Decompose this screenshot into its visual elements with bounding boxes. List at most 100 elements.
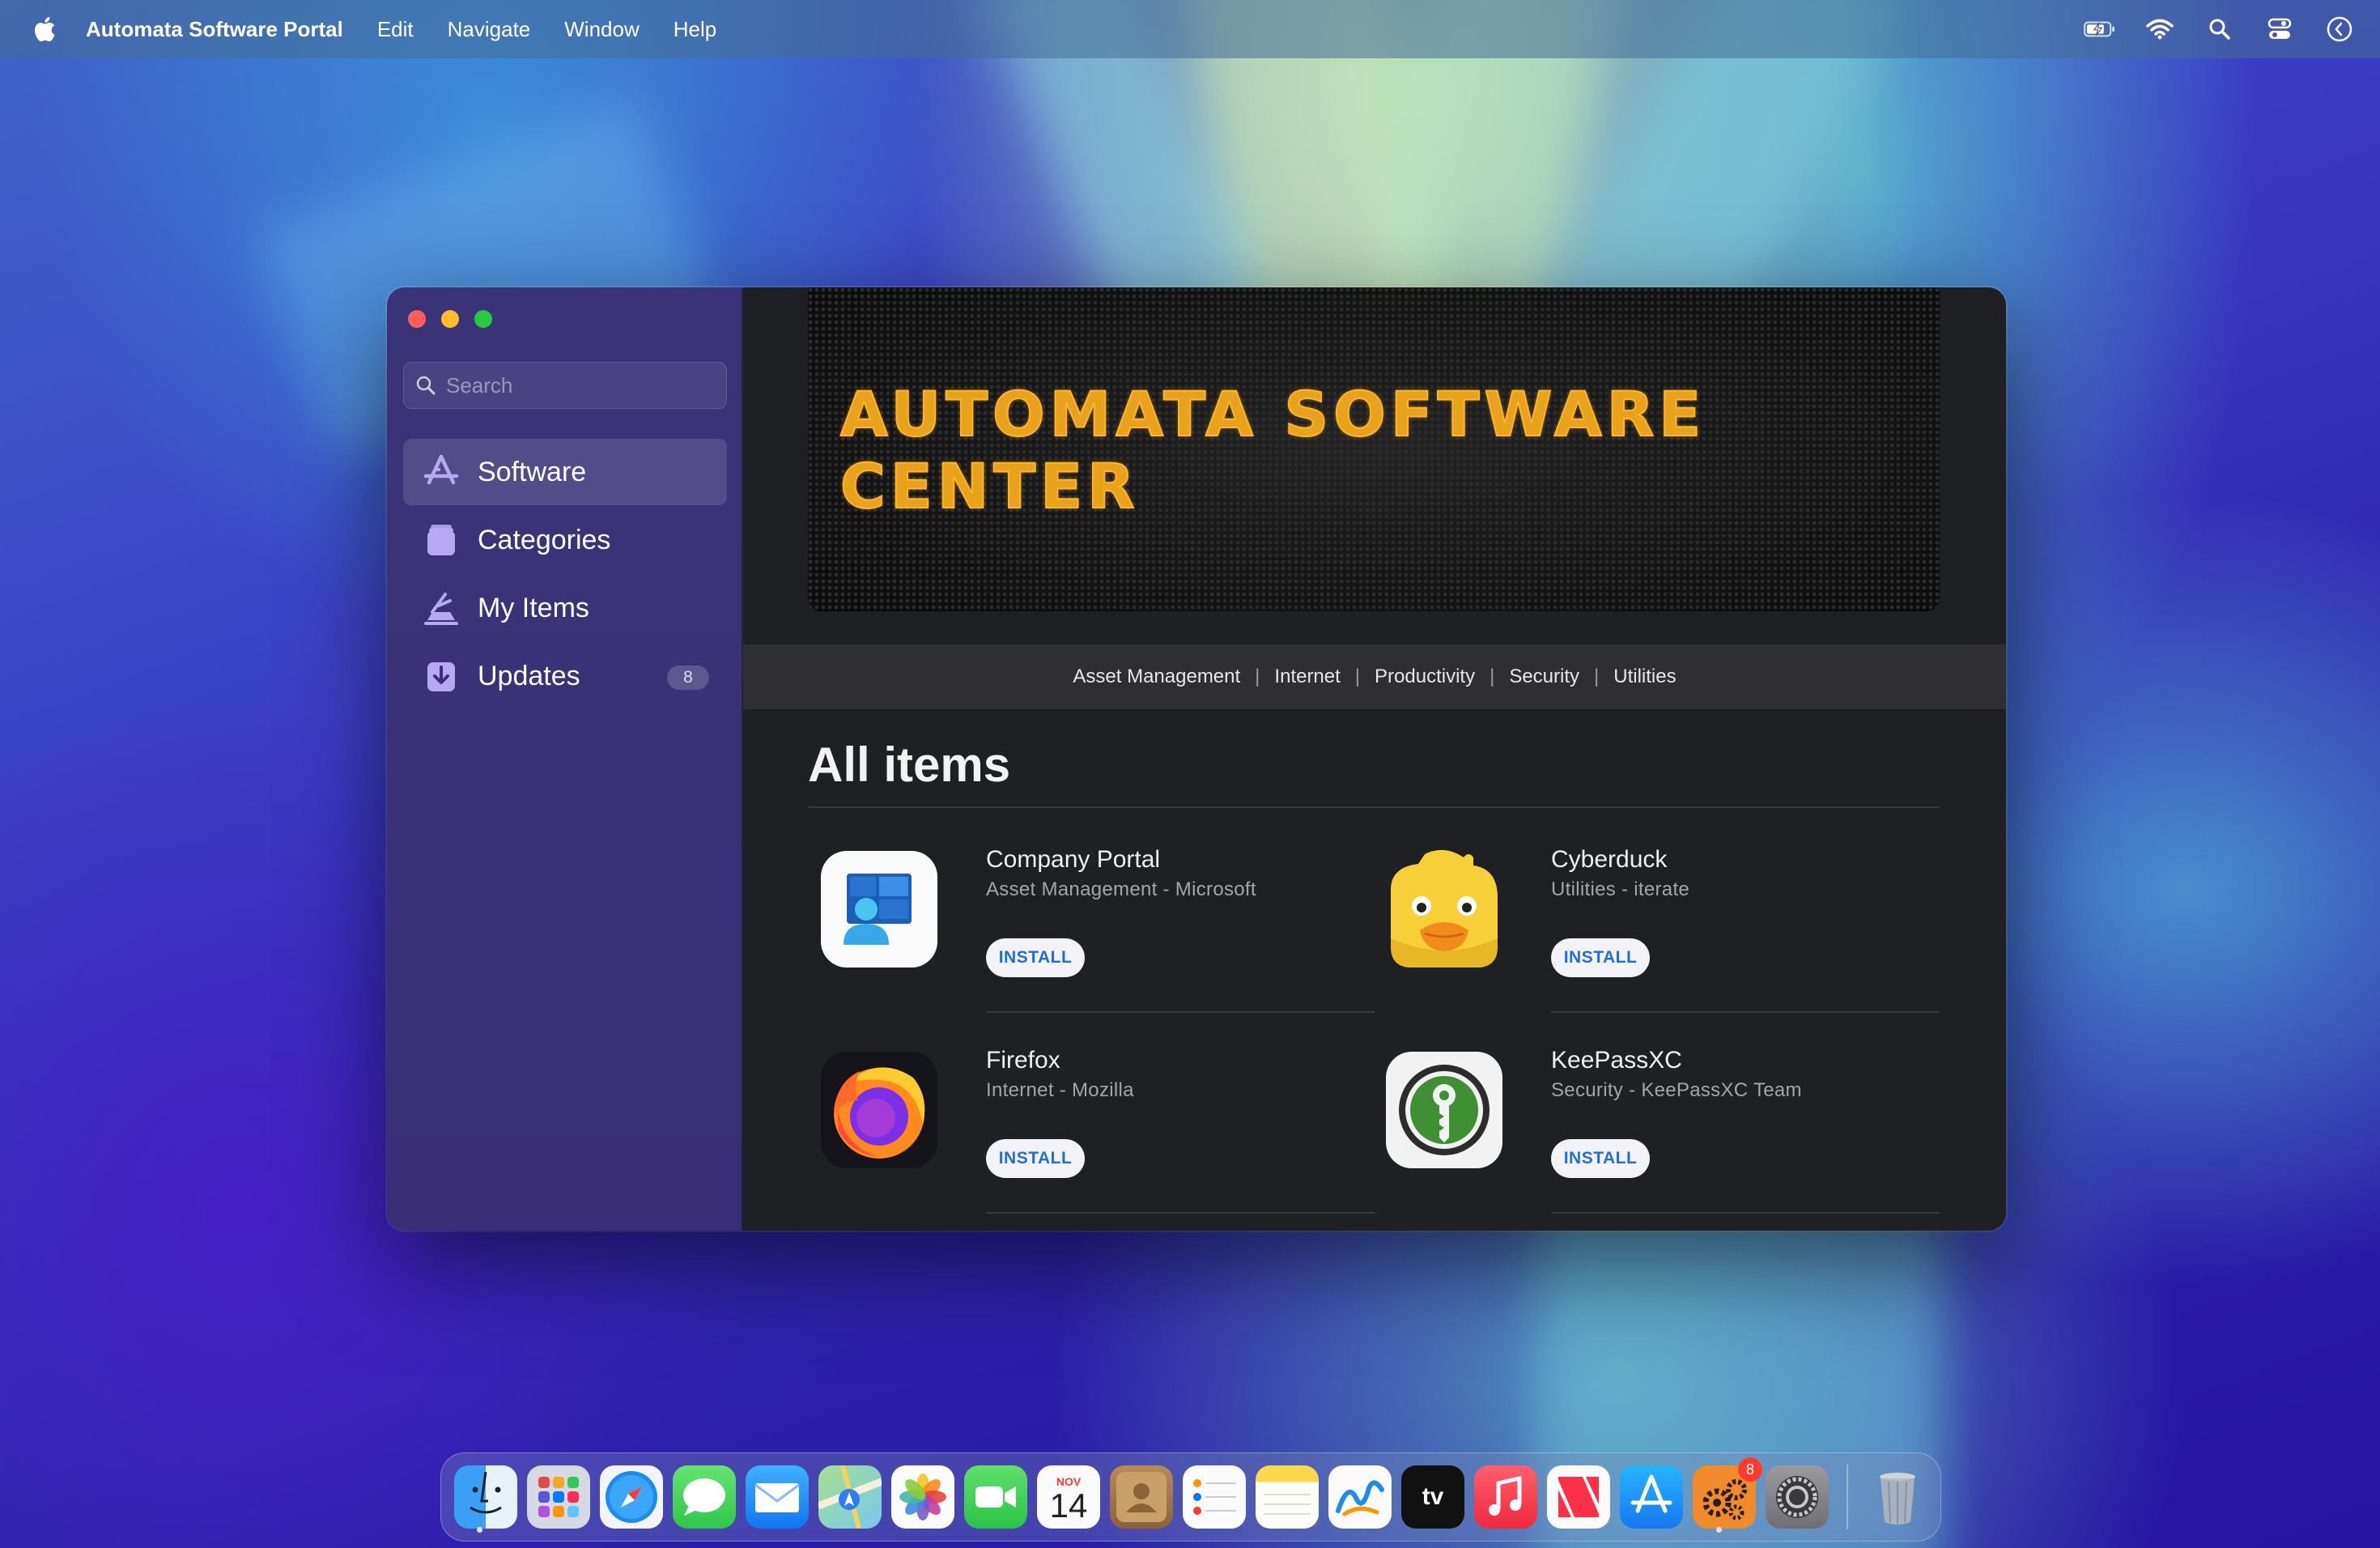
sidebar-item-label: Software xyxy=(478,456,587,487)
dock-separator xyxy=(1847,1465,1848,1529)
app-subtitle: Security - KeePassXC Team xyxy=(1551,1079,1802,1101)
keepassxc-icon[interactable] xyxy=(1384,1050,1504,1170)
calendar-icon[interactable]: NOV 14 xyxy=(1037,1465,1100,1529)
item-divider xyxy=(986,1011,1375,1013)
install-button[interactable]: INSTALL xyxy=(986,938,1085,977)
search-icon xyxy=(416,376,436,395)
app-name[interactable]: KeePassXC xyxy=(1551,1047,1682,1074)
sidebar-item-label: Categories xyxy=(478,524,611,555)
messages-icon[interactable] xyxy=(673,1465,736,1529)
app-item-keepassxc[interactable]: KeePassXC Security - KeePassXC Team INST… xyxy=(1373,1014,1940,1217)
sidebar-item-my-items[interactable]: My Items xyxy=(403,575,727,641)
category-link-utilities[interactable]: Utilities xyxy=(1613,666,1676,688)
sidebar-item-categories[interactable]: Categories xyxy=(403,507,727,573)
category-link-asset-management[interactable]: Asset Management xyxy=(1073,666,1240,688)
photos-icon[interactable] xyxy=(891,1465,954,1529)
finder-running-indicator xyxy=(477,1527,482,1533)
search-field[interactable] xyxy=(403,362,727,409)
battery-charging-icon[interactable] xyxy=(2084,15,2116,44)
minimize-window-button[interactable] xyxy=(441,310,459,328)
menu-bar: Automata Software Portal Edit Navigate W… xyxy=(0,0,2380,58)
app-store-icon[interactable] xyxy=(1620,1465,1683,1529)
app-name[interactable]: Firefox xyxy=(986,1047,1060,1074)
wifi-icon[interactable] xyxy=(2144,15,2176,44)
category-link-productivity[interactable]: Productivity xyxy=(1375,666,1475,688)
main-content: AUTOMATA SOFTWARE CENTER Asset Managemen… xyxy=(743,287,2006,1231)
app-store-a-icon xyxy=(421,452,461,492)
music-icon[interactable] xyxy=(1474,1465,1537,1529)
finder-icon[interactable] xyxy=(454,1465,517,1529)
app-item-company-portal[interactable]: Company Portal Asset Management - Micros… xyxy=(808,814,1375,1016)
menu-edit[interactable]: Edit xyxy=(377,17,414,42)
launchpad-icon[interactable] xyxy=(527,1465,590,1529)
menu-navigate[interactable]: Navigate xyxy=(448,17,531,42)
category-separator: | xyxy=(1594,666,1600,687)
software-portal-window: Software Categories My Items Updates 8 xyxy=(387,287,2006,1231)
notes-icon[interactable] xyxy=(1256,1465,1319,1529)
sidebar-item-label: Updates xyxy=(478,660,580,691)
contacts-icon[interactable] xyxy=(1110,1465,1173,1529)
spotlight-search-icon[interactable] xyxy=(2204,15,2236,44)
maps-icon[interactable] xyxy=(818,1465,882,1529)
mail-icon[interactable] xyxy=(746,1465,809,1529)
freeform-icon[interactable] xyxy=(1328,1465,1392,1529)
window-controls xyxy=(408,310,492,328)
sidebar-nav: Software Categories My Items Updates 8 xyxy=(403,439,727,711)
menu-help[interactable]: Help xyxy=(674,17,716,42)
search-input[interactable] xyxy=(446,372,713,398)
install-button[interactable]: INSTALL xyxy=(1551,1139,1650,1178)
sidebar: Software Categories My Items Updates 8 xyxy=(387,287,743,1231)
cyberduck-icon[interactable] xyxy=(1384,849,1504,969)
updates-count-badge: 8 xyxy=(667,666,709,690)
app-name[interactable]: Cyberduck xyxy=(1551,846,1667,874)
category-bar: Asset Management | Internet | Productivi… xyxy=(743,644,2006,709)
trash-icon[interactable] xyxy=(1866,1465,1929,1529)
app-item-cyberduck[interactable]: Cyberduck Utilities - iterate INSTALL xyxy=(1373,814,1940,1016)
portal-update-badge: 8 xyxy=(1738,1457,1762,1482)
categories-stack-icon xyxy=(421,520,461,560)
item-divider xyxy=(1551,1212,1940,1214)
control-center-icon[interactable] xyxy=(2263,15,2296,44)
apple-menu-icon[interactable] xyxy=(31,15,57,44)
safari-icon[interactable] xyxy=(600,1465,663,1529)
updates-download-icon xyxy=(421,656,461,696)
close-window-button[interactable] xyxy=(408,310,426,328)
app-subtitle: Asset Management - Microsoft xyxy=(986,878,1256,900)
portal-running-indicator xyxy=(1716,1527,1722,1533)
calendar-day: 14 xyxy=(1049,1486,1088,1525)
category-separator: | xyxy=(1490,666,1495,687)
clock-icon[interactable] xyxy=(2323,15,2356,44)
menu-app-name[interactable]: Automata Software Portal xyxy=(86,17,343,42)
apple-tv-label: tv xyxy=(1422,1483,1444,1510)
company-portal-icon[interactable] xyxy=(819,849,939,969)
category-separator: | xyxy=(1354,666,1361,687)
firefox-icon[interactable] xyxy=(819,1050,939,1170)
my-items-tray-icon xyxy=(421,588,461,628)
app-item-firefox[interactable]: Firefox Internet - Mozilla INSTALL xyxy=(808,1014,1375,1217)
sidebar-item-software[interactable]: Software xyxy=(403,439,727,505)
apple-tv-icon[interactable]: tv xyxy=(1401,1465,1464,1529)
zoom-window-button[interactable] xyxy=(474,310,492,328)
facetime-icon[interactable] xyxy=(964,1465,1027,1529)
app-name[interactable]: Company Portal xyxy=(986,846,1160,874)
reminders-icon[interactable] xyxy=(1183,1465,1246,1529)
menubar-status-area xyxy=(2084,0,2356,58)
app-subtitle: Utilities - iterate xyxy=(1551,878,1690,900)
system-settings-icon[interactable] xyxy=(1766,1465,1829,1529)
section-title: All items xyxy=(808,738,1011,792)
category-separator: | xyxy=(1255,666,1260,687)
section-divider xyxy=(808,806,1940,808)
install-button[interactable]: INSTALL xyxy=(1551,938,1650,977)
news-icon[interactable] xyxy=(1547,1465,1610,1529)
automata-portal-icon[interactable]: 8 xyxy=(1693,1457,1762,1529)
category-link-security[interactable]: Security xyxy=(1509,666,1579,688)
portal-banner: AUTOMATA SOFTWARE CENTER xyxy=(808,287,1940,611)
item-divider xyxy=(1551,1011,1940,1013)
sidebar-item-updates[interactable]: Updates 8 xyxy=(403,643,727,709)
banner-title: AUTOMATA SOFTWARE CENTER xyxy=(839,377,1706,523)
install-button[interactable]: INSTALL xyxy=(986,1139,1085,1178)
sidebar-item-label: My Items xyxy=(478,592,589,623)
menu-window[interactable]: Window xyxy=(564,17,639,42)
category-link-internet[interactable]: Internet xyxy=(1274,666,1340,688)
item-divider xyxy=(986,1212,1375,1214)
